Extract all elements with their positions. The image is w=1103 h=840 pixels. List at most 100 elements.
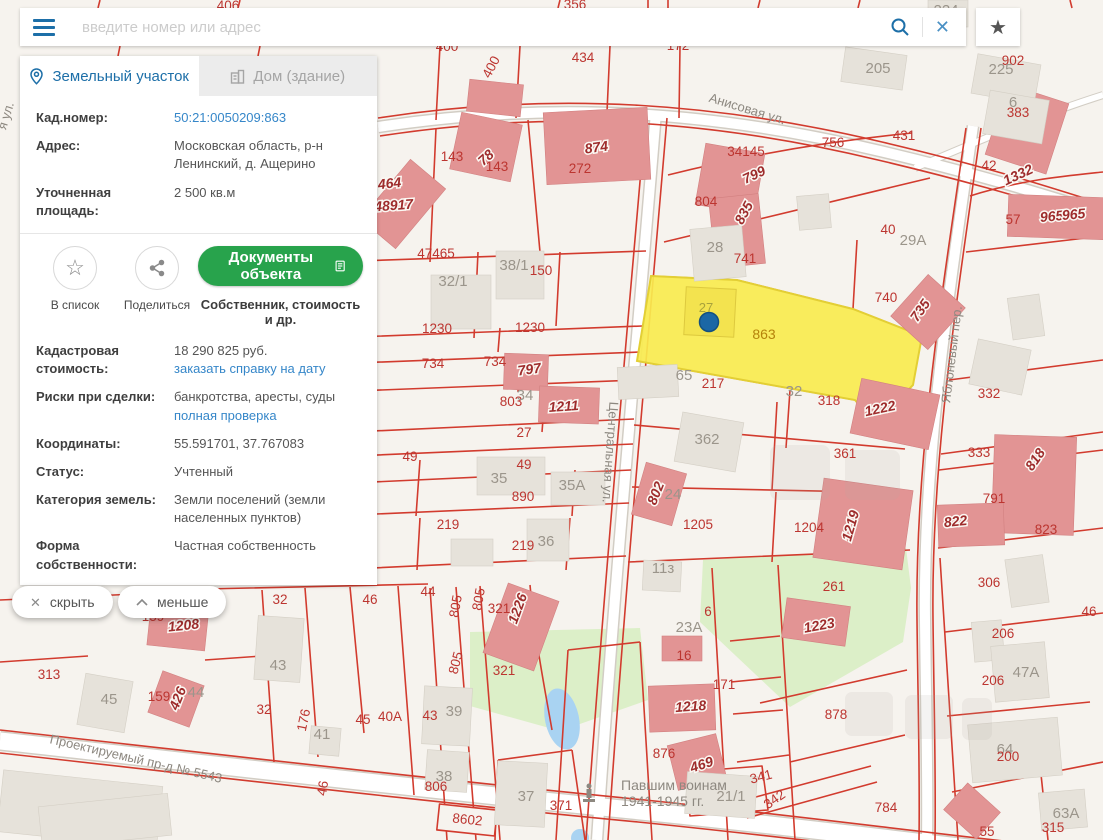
parcel-number-label: 45 — [355, 712, 370, 727]
search-bar: ✕ — [20, 8, 966, 46]
building-icon — [230, 69, 245, 84]
parcel-number-label: 8602 — [452, 810, 483, 828]
parcel-number-label: 23А — [676, 619, 703, 636]
parcel-number-label: 804 — [695, 194, 718, 209]
parcel-number-label: 797 — [517, 359, 544, 378]
parcel-number-label: 29А — [900, 232, 927, 249]
field-value: Учтенный — [174, 463, 233, 481]
parcel-number-label: 965 — [1039, 207, 1064, 225]
field-value: банкротства, аресты, судыполная проверка — [174, 388, 335, 424]
parcel-number-label: 65 — [676, 367, 693, 384]
field-link[interactable]: заказать справку на дату — [174, 360, 326, 378]
parcel-info-panel: Земельный участок Дом (здание) Кад.номер… — [20, 56, 377, 585]
field-link[interactable]: полная проверка — [174, 407, 335, 425]
parcel-number-label: 35А — [559, 477, 586, 494]
parcel-number-label: 206 — [982, 673, 1005, 688]
parcel-number-label: 806 — [425, 779, 448, 794]
parcel-number-label: 46 — [362, 592, 377, 607]
parcel-number-label: 200 — [997, 749, 1020, 764]
parcel-number-label: 41 — [314, 726, 331, 743]
field-label: Кадастровая стоимость: — [36, 342, 174, 378]
field-label: Категория земель: — [36, 491, 174, 527]
parcel-number-label: 965 — [1061, 205, 1086, 223]
parcel-number-label: 43 — [270, 657, 287, 674]
star-icon: ★ — [989, 15, 1007, 40]
add-to-list-button[interactable]: ☆ — [53, 246, 97, 290]
parcel-number-label: 44 — [420, 584, 436, 599]
parcel-number-label: 431 — [893, 128, 916, 143]
parcel-number-label: 171 — [713, 677, 736, 692]
parcel-number-label: 756 — [822, 135, 845, 150]
parcel-detail-fields: Кадастровая стоимость:18 290 825 руб.зак… — [20, 337, 377, 585]
parcel-number-label: 734 — [484, 354, 507, 369]
parcel-number-label: 219 — [512, 538, 535, 553]
documents-caption: Собственник, стоимость и др. — [198, 297, 363, 327]
field-label: Статус: — [36, 463, 174, 481]
parcel-number-label: 34145 — [727, 144, 765, 159]
parcel-number-label: 24 — [665, 486, 682, 503]
menu-button[interactable] — [20, 8, 68, 46]
field-row: Уточненная площадь:2 500 кв.м — [20, 179, 377, 225]
parcel-number-label: 332 — [978, 386, 1001, 401]
field-value: Для ведения личного подсобного хозяйства — [174, 584, 361, 585]
parcel-number-label: 34 — [517, 387, 534, 404]
parcel-number-label: 35 — [491, 470, 508, 487]
parcel-number-label: 49 — [516, 457, 531, 472]
selected-parcel-building-number: 27 — [699, 300, 713, 315]
search-input[interactable] — [68, 19, 890, 36]
parcel-number-label: 27 — [516, 425, 531, 440]
field-link[interactable]: 50:21:0050209:863 — [174, 109, 286, 127]
parcel-number-label: 32/1 — [438, 273, 467, 290]
selected-parcel-marker[interactable] — [700, 313, 719, 332]
parcel-number-label: 43 — [422, 708, 437, 723]
tab-land-parcel[interactable]: Земельный участок — [20, 56, 199, 96]
parcel-number-label: 55 — [979, 824, 994, 839]
parcel-number-label: 315 — [1042, 820, 1065, 835]
parcel-number-label: 219 — [437, 517, 460, 532]
close-icon[interactable]: ✕ — [935, 18, 950, 36]
parcel-number-label: 206 — [992, 626, 1015, 641]
parcel-number-label: 44 — [188, 684, 205, 701]
parcel-number-label: 47465 — [417, 246, 455, 261]
field-row: Категория земель:Земли поселений (земли … — [20, 486, 377, 532]
field-label: Координаты: — [36, 435, 174, 453]
parcel-number-label: 874 — [584, 137, 610, 156]
parcel-number-label: 40А — [378, 709, 402, 724]
parcel-number-label: 822 — [943, 512, 968, 530]
field-row: Кадастровая стоимость:18 290 825 руб.зак… — [20, 337, 377, 383]
add-to-list-label: В список — [34, 298, 116, 312]
parcel-number-label: 890 — [512, 489, 535, 504]
parcel-number-label: 6 — [704, 604, 712, 619]
hide-panel-button[interactable]: ✕ скрыть — [12, 586, 113, 618]
parcel-number-label: 38/1 — [499, 257, 528, 274]
parcel-number-label: 741 — [734, 251, 757, 266]
parcel-number-label: 16 — [676, 648, 691, 663]
field-row: Риски при сделки:банкротства, аресты, су… — [20, 383, 377, 429]
parcel-number-label: 464 — [376, 174, 402, 192]
collapse-panel-button[interactable]: меньше — [118, 586, 226, 618]
parcel-number-label: 361 — [834, 446, 857, 461]
chevron-up-icon — [136, 599, 148, 606]
memorial-label: 1941-1945 гг. — [621, 793, 704, 809]
object-documents-button[interactable]: Документы объекта — [198, 246, 363, 286]
share-label: Поделиться — [116, 298, 198, 312]
parcel-number-label: 1230 — [422, 321, 452, 336]
tab-land-parcel-label: Земельный участок — [52, 68, 189, 85]
parcel-number-label: 1205 — [683, 517, 713, 532]
parcel-number-label: 143 — [486, 159, 509, 174]
field-value: 55.591701, 37.767083 — [174, 435, 304, 453]
parcel-number-label: 333 — [968, 445, 991, 460]
parcel-number-label: 36 — [538, 533, 555, 550]
favorites-button[interactable]: ★ — [976, 8, 1020, 46]
field-label: Форма собственности: — [36, 537, 174, 573]
tab-building[interactable]: Дом (здание) — [199, 56, 378, 96]
parcel-number-label: 32 — [786, 383, 803, 400]
field-label: по документу: — [36, 584, 174, 585]
share-button[interactable] — [135, 246, 179, 290]
search-icon[interactable] — [890, 17, 910, 37]
field-label: Риски при сделки: — [36, 388, 174, 424]
field-row: Статус:Учтенный — [20, 458, 377, 486]
parcel-number-label: 876 — [653, 746, 676, 761]
parcel-number-label: 28 — [707, 239, 724, 256]
parcel-number-label: 313 — [38, 667, 61, 682]
